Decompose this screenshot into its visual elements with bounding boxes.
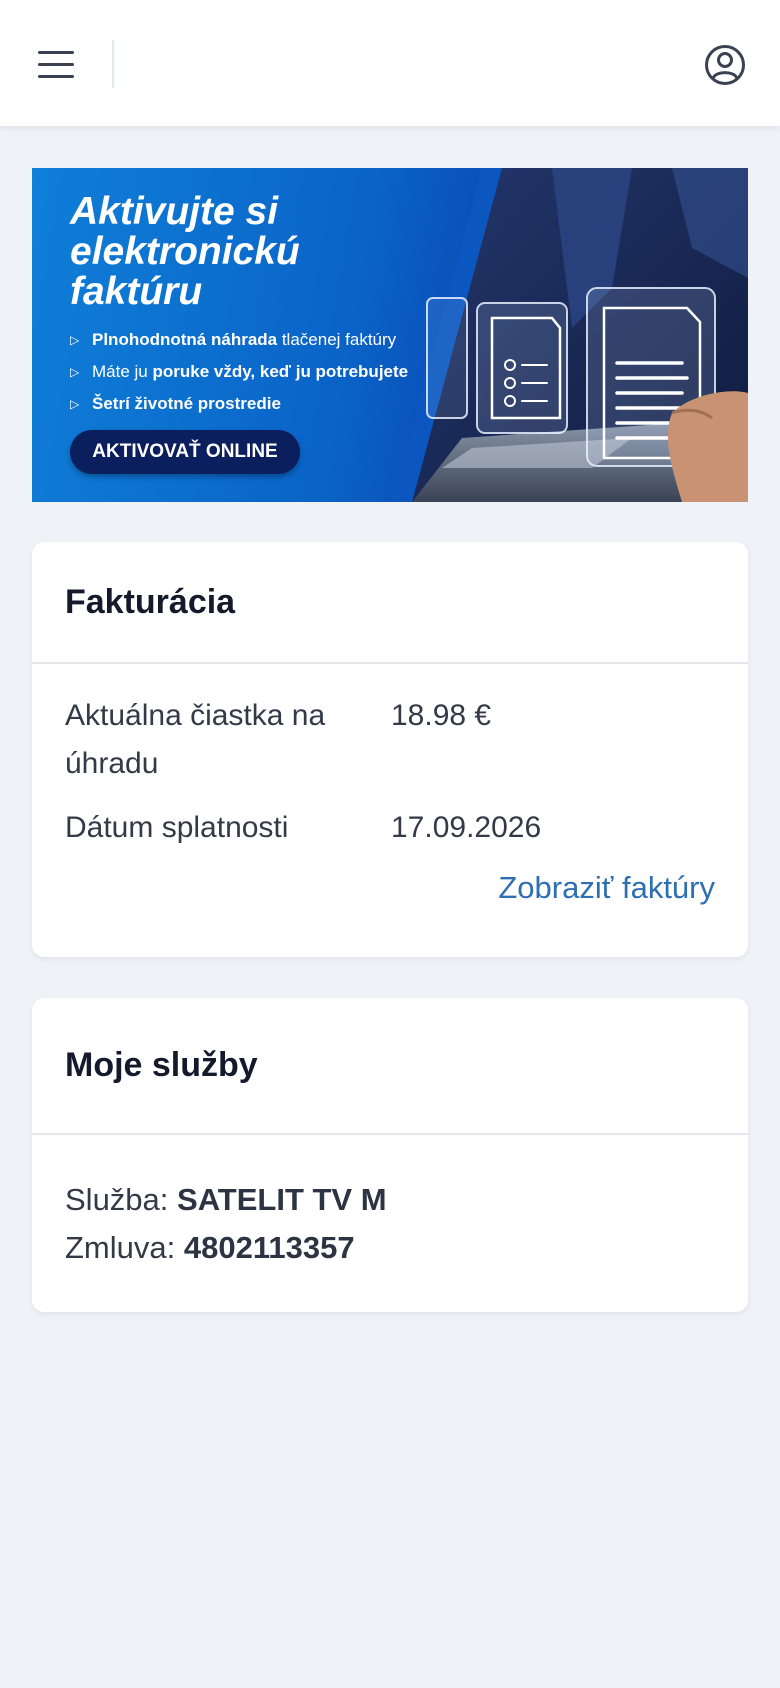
banner-headline: Aktivujte si elektronickú faktúru <box>70 192 490 312</box>
user-circle-icon[interactable] <box>700 40 750 90</box>
services-title: Moje služby <box>65 1046 258 1084</box>
banner-title-line: Aktivujte si <box>70 190 279 233</box>
due-date-label: Dátum splatnosti <box>65 811 289 844</box>
service-value: SATELIT TV M <box>177 1182 387 1217</box>
service-line: Služba: SATELIT TV M <box>65 1176 387 1224</box>
amount-due-value: 18.98 € <box>391 699 492 732</box>
menu-line <box>38 50 74 54</box>
contract-label: Zmluva: <box>65 1230 184 1265</box>
banner-benefit-item: ▷ Máte ju poruke vždy, keď ju potrebujete <box>70 356 470 388</box>
amount-due-label: Aktuálna čiastka na úhradu <box>65 699 326 780</box>
benefit-text: Máte ju <box>92 362 153 381</box>
banner-title-line: faktúru <box>70 270 203 313</box>
activate-online-button[interactable]: AKTIVOVAŤ ONLINE <box>70 430 300 474</box>
benefit-bold-text: poruke vždy, keď ju potrebujete <box>152 362 409 381</box>
triangle-bullet-icon: ▷ <box>70 397 80 411</box>
banner-benefit-item: ▷ Šetrí životné prostredie <box>70 388 470 420</box>
benefit-text: tlačenej faktúry <box>277 330 397 349</box>
banner-benefits-list: ▷ Plnohodnotná náhrada tlačenej faktúry ▷… <box>70 324 470 420</box>
hamburger-menu-icon[interactable] <box>30 40 82 88</box>
top-app-bar <box>0 0 780 126</box>
banner-benefit-item: ▷ Plnohodnotná náhrada tlačenej faktúry <box>70 324 470 356</box>
due-date-row: Dátum splatnosti 17.09.2026 <box>65 804 715 852</box>
triangle-bullet-icon: ▷ <box>70 333 80 347</box>
benefit-bold-text: Plnohodnotná náhrada <box>92 330 278 349</box>
my-services-card: Moje služby Služba: SATELIT TV M Zmluva:… <box>32 998 748 1312</box>
e-invoice-promo-banner[interactable]: Aktivujte si elektronickú faktúru ▷ Plnoh… <box>32 168 748 502</box>
billing-card: Fakturácia Aktuálna čiastka na úhradu 18… <box>32 542 748 957</box>
contract-line: Zmluva: 4802113357 <box>65 1224 355 1272</box>
menu-line <box>38 74 74 78</box>
show-invoices-link[interactable]: Zobraziť faktúry <box>498 864 715 912</box>
billing-card-header: Fakturácia <box>32 542 748 664</box>
amount-due-row: Aktuálna čiastka na úhradu 18.98 € <box>65 692 715 792</box>
menu-line <box>38 62 74 66</box>
contract-value: 4802113357 <box>183 1230 355 1265</box>
benefit-bold-text: Šetrí životné prostredie <box>92 394 281 413</box>
due-date-value: 17.09.2026 <box>391 811 542 844</box>
header-divider <box>112 40 114 88</box>
services-card-header: Moje služby <box>32 998 748 1135</box>
triangle-bullet-icon: ▷ <box>70 365 80 379</box>
banner-title-line: elektronickú <box>70 230 300 273</box>
billing-title: Fakturácia <box>65 582 236 621</box>
service-label: Služba: <box>65 1182 178 1217</box>
